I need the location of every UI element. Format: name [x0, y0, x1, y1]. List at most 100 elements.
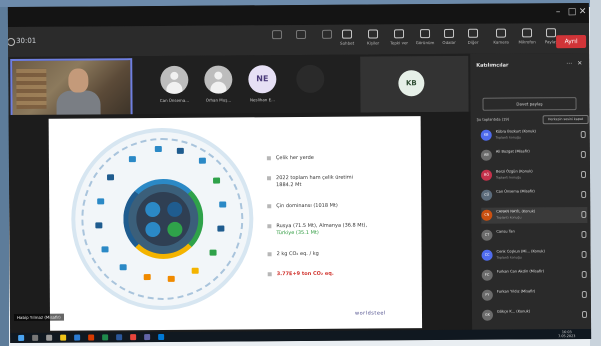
toolbar-button-6[interactable]: Görünüm [412, 28, 438, 52]
participant-name: Furkan Yıldız (Misafir) [496, 289, 536, 294]
bullet-marker [267, 271, 272, 276]
toolbar-button-4[interactable]: Kişiler [360, 28, 386, 52]
chrome-icon[interactable] [130, 334, 137, 341]
toolbar-button-0[interactable] [264, 29, 290, 53]
mic-icon [296, 29, 307, 40]
toolbar-button-label: Mikrofon [518, 39, 536, 45]
toolbar-button-3[interactable]: Sohbet [334, 29, 360, 53]
participant-name: Furkan Can Akdin (Misafir) [496, 269, 545, 274]
mic-muted-icon [580, 131, 586, 139]
powerpoint-icon[interactable] [88, 334, 95, 341]
avatar: CC [481, 249, 493, 261]
photo-frame-right [590, 0, 601, 346]
in-meeting-header[interactable]: Şu toplantıda (19) [477, 118, 510, 122]
participant-role: Toplantı konuğu [496, 255, 522, 260]
bullet-text: 2022 toplam ham çelik üretimi [276, 174, 354, 182]
toolbar-button-1[interactable] [288, 29, 314, 53]
presenter-video[interactable] [10, 58, 133, 120]
chat-icon [342, 29, 353, 39]
maximize-button[interactable]: □ [568, 7, 577, 17]
outlook-icon[interactable] [74, 334, 81, 341]
leave-button[interactable]: Ayrıl [556, 34, 587, 49]
toolbar-button-8[interactable]: Diğer [460, 28, 486, 52]
search-icon[interactable] [32, 334, 39, 341]
slide-bullet: 2022 toplam ham çelik üretimi 1884.2 Mt [267, 175, 353, 190]
file-explorer-icon[interactable] [60, 334, 67, 341]
more-icon [467, 28, 479, 38]
participant-tile[interactable]: Can Ünsema... [154, 65, 194, 103]
minimize-button[interactable]: – [556, 7, 561, 17]
participant-row[interactable]: BÖ Berzi Özgün (Konuk) Toplantı konuğu [480, 167, 587, 184]
toolbar-button-9[interactable]: Kamera [488, 27, 514, 51]
participant-row[interactable]: CÜ Can Ünsema (Misafir) [481, 187, 587, 204]
avatar: CT [481, 229, 493, 241]
rooms-icon [443, 28, 455, 38]
participant-role: Toplantı konuğu [496, 175, 522, 180]
bullet-marker [266, 155, 271, 160]
participant-row[interactable]: FC Furkan Can Akdin (Misafir) [481, 267, 588, 284]
teams-window: – □ ✕ 30:01 Sohbet Kişiler Tepki ver Görünü… [7, 2, 592, 344]
avatar [160, 65, 189, 94]
participant-tile[interactable]: Orhan Muş... [198, 65, 238, 103]
task-view-icon[interactable] [46, 334, 53, 341]
toolbar-button-7[interactable]: Odalar [436, 28, 462, 52]
furnace-icon [145, 221, 161, 238]
participant-name: Cansu Tan [496, 229, 515, 234]
toolbar-button-10[interactable]: Mikrofon [514, 27, 540, 51]
participant-row[interactable]: CN CANAN NAYİL (Konuk) Toplantı konuğu [481, 206, 588, 224]
mute-all-button[interactable]: Herkesin sesini kapat [542, 114, 589, 125]
participant-role: Toplantı konuğu [495, 135, 521, 140]
participant-row[interactable]: CT Cansu Tan [481, 227, 587, 244]
slide-bullet: 2 kg CO₂ eq. / kg [267, 251, 319, 258]
participant-row[interactable]: AB Ali Bozgat (Misafir) [480, 147, 587, 164]
toolbar-button-label: Sohbet [340, 40, 355, 46]
appliance-icon [95, 222, 103, 229]
toolbar-button-label: Tepki ver [390, 40, 409, 46]
car-icon [219, 201, 227, 208]
avatar: CN [481, 209, 493, 221]
mic-muted-icon [581, 250, 587, 259]
share-invite-button[interactable]: Davet paylaş [482, 97, 577, 111]
windows-start-icon[interactable] [18, 334, 25, 341]
building-icon [176, 147, 184, 154]
edge-icon[interactable] [158, 333, 165, 340]
excel-icon[interactable] [102, 334, 109, 341]
participant-name: Ali Bozgat (Misafir) [495, 149, 530, 154]
presenter-name-tag: Habip Yılmaz (Misafir) [13, 313, 64, 321]
close-window-button[interactable]: ✕ [579, 7, 587, 17]
bullet-marker [267, 175, 272, 180]
toolbar-button-5[interactable]: Tepki ver [386, 28, 412, 52]
video-icon [495, 28, 507, 38]
participant-row[interactable]: FY Furkan Yıldız (Misafir) [481, 287, 588, 304]
factory-icon [107, 174, 115, 181]
mic-muted-icon [581, 190, 587, 199]
participant-tile[interactable] [290, 64, 330, 97]
person-head [68, 68, 89, 93]
participant-name: Gökçe K... (Konuk) [496, 309, 531, 314]
teams-icon[interactable] [144, 334, 151, 341]
mic-muted-icon [581, 230, 587, 239]
participant-row[interactable]: GK Gökçe K... (Konuk) [481, 307, 588, 324]
participant-tile[interactable]: NE Neslihan E... [242, 65, 282, 102]
microphone-icon [521, 28, 533, 38]
word-icon[interactable] [116, 334, 123, 341]
shield-icon [7, 37, 16, 47]
kb-video-tile[interactable]: KB [360, 55, 469, 113]
bullet-text: Rusya (71.5 Mt), Almanya (36.8 Mt), [276, 222, 368, 230]
participant-row[interactable]: KB Kübra Bozkurt (Konuk) Toplantı konuğu [480, 127, 587, 144]
more-options-icon[interactable]: ⋯ [566, 60, 572, 67]
slide-bullet: 3.77E+9 ton CO₂ eq. [267, 271, 334, 278]
cycle-icon [167, 201, 183, 217]
worldsteel-logo: worldsteel [354, 310, 386, 317]
bullet-marker [267, 251, 272, 256]
panel-title: Katılımcılar [476, 62, 509, 69]
mic-muted-icon [581, 270, 587, 279]
container-icon [143, 274, 151, 281]
participant-name: Can Ünsema... [159, 97, 190, 103]
ship-icon [217, 225, 225, 232]
bullet-text: Çelik her yerde [275, 154, 314, 162]
participant-row[interactable]: CC Cenk Coşkun (Mi... (Konuk) Toplantı kon… [481, 247, 588, 264]
mic-muted-icon [581, 310, 588, 319]
toolbar-button-label: Kişiler [366, 40, 380, 46]
close-panel-icon[interactable]: ✕ [577, 60, 582, 67]
